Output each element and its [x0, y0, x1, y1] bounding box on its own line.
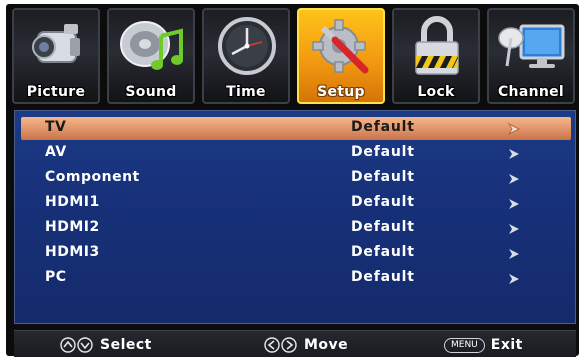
navigation-hint-bar: Select Move MENU Exit — [14, 330, 576, 357]
up-down-arrows-icon — [60, 337, 94, 353]
list-item-tv[interactable]: TV Default — [21, 117, 571, 140]
hint-exit: MENU Exit — [444, 335, 523, 355]
tab-lock[interactable]: Lock — [392, 8, 480, 104]
source-default-list: TV Default AV Default Component Default … — [14, 110, 576, 324]
menu-tab-bar: Picture Sound Time Setup Lock Channel — [12, 8, 575, 104]
hint-move-label: Move — [304, 337, 349, 353]
tab-sound[interactable]: Sound — [107, 8, 195, 104]
chevron-right-icon — [509, 224, 519, 234]
gear-tools-icon — [305, 14, 379, 78]
tab-channel[interactable]: Channel — [487, 8, 575, 104]
tab-label: Time — [226, 84, 266, 100]
tv-osd-menu: Picture Sound Time Setup Lock Channel TV… — [6, 4, 579, 357]
list-item-hdmi1[interactable]: HDMI1 Default — [21, 192, 571, 215]
list-item-av[interactable]: AV Default — [21, 142, 571, 165]
tab-setup[interactable]: Setup — [297, 8, 385, 104]
item-value: Default — [351, 144, 415, 160]
hint-select-label: Select — [100, 337, 152, 353]
tab-picture[interactable]: Picture — [12, 8, 100, 104]
tab-label: Lock — [417, 84, 455, 100]
menu-keycap: MENU — [444, 337, 485, 353]
left-right-arrows-icon — [264, 337, 298, 353]
speaker-music-note-icon — [115, 14, 189, 78]
chevron-right-icon — [509, 149, 519, 159]
item-name: HDMI2 — [45, 219, 100, 235]
item-name: PC — [45, 269, 67, 285]
clock-icon — [210, 14, 284, 78]
chevron-right-icon — [509, 274, 519, 284]
item-name: HDMI1 — [45, 194, 100, 210]
list-item-component[interactable]: Component Default — [21, 167, 571, 190]
item-value: Default — [351, 169, 415, 185]
tab-label: Channel — [497, 84, 565, 100]
chevron-right-icon — [509, 199, 519, 209]
menu-key-icon: MENU — [444, 337, 485, 353]
item-name: Component — [45, 169, 140, 185]
list-item-hdmi2[interactable]: HDMI2 Default — [21, 217, 571, 240]
tab-label: Picture — [26, 84, 86, 100]
satellite-monitor-icon — [495, 14, 569, 78]
hint-move: Move — [264, 335, 348, 355]
item-name: TV — [45, 119, 67, 135]
list-item-pc[interactable]: PC Default — [21, 267, 571, 290]
camcorder-icon — [20, 14, 94, 78]
chevron-right-icon — [509, 174, 519, 184]
tab-label: Setup — [317, 84, 365, 100]
item-value: Default — [351, 244, 415, 260]
item-value: Default — [351, 219, 415, 235]
hint-exit-label: Exit — [490, 337, 523, 353]
item-value: Default — [351, 194, 415, 210]
hint-select: Select — [60, 335, 152, 355]
item-name: AV — [45, 144, 67, 160]
item-value: Default — [351, 119, 415, 135]
chevron-right-icon — [509, 249, 519, 259]
tab-label: Sound — [125, 84, 177, 100]
tab-time[interactable]: Time — [202, 8, 290, 104]
item-name: HDMI3 — [45, 244, 100, 260]
list-item-hdmi3[interactable]: HDMI3 Default — [21, 242, 571, 265]
item-value: Default — [351, 269, 415, 285]
padlock-icon — [400, 14, 474, 78]
chevron-right-icon — [507, 122, 521, 136]
